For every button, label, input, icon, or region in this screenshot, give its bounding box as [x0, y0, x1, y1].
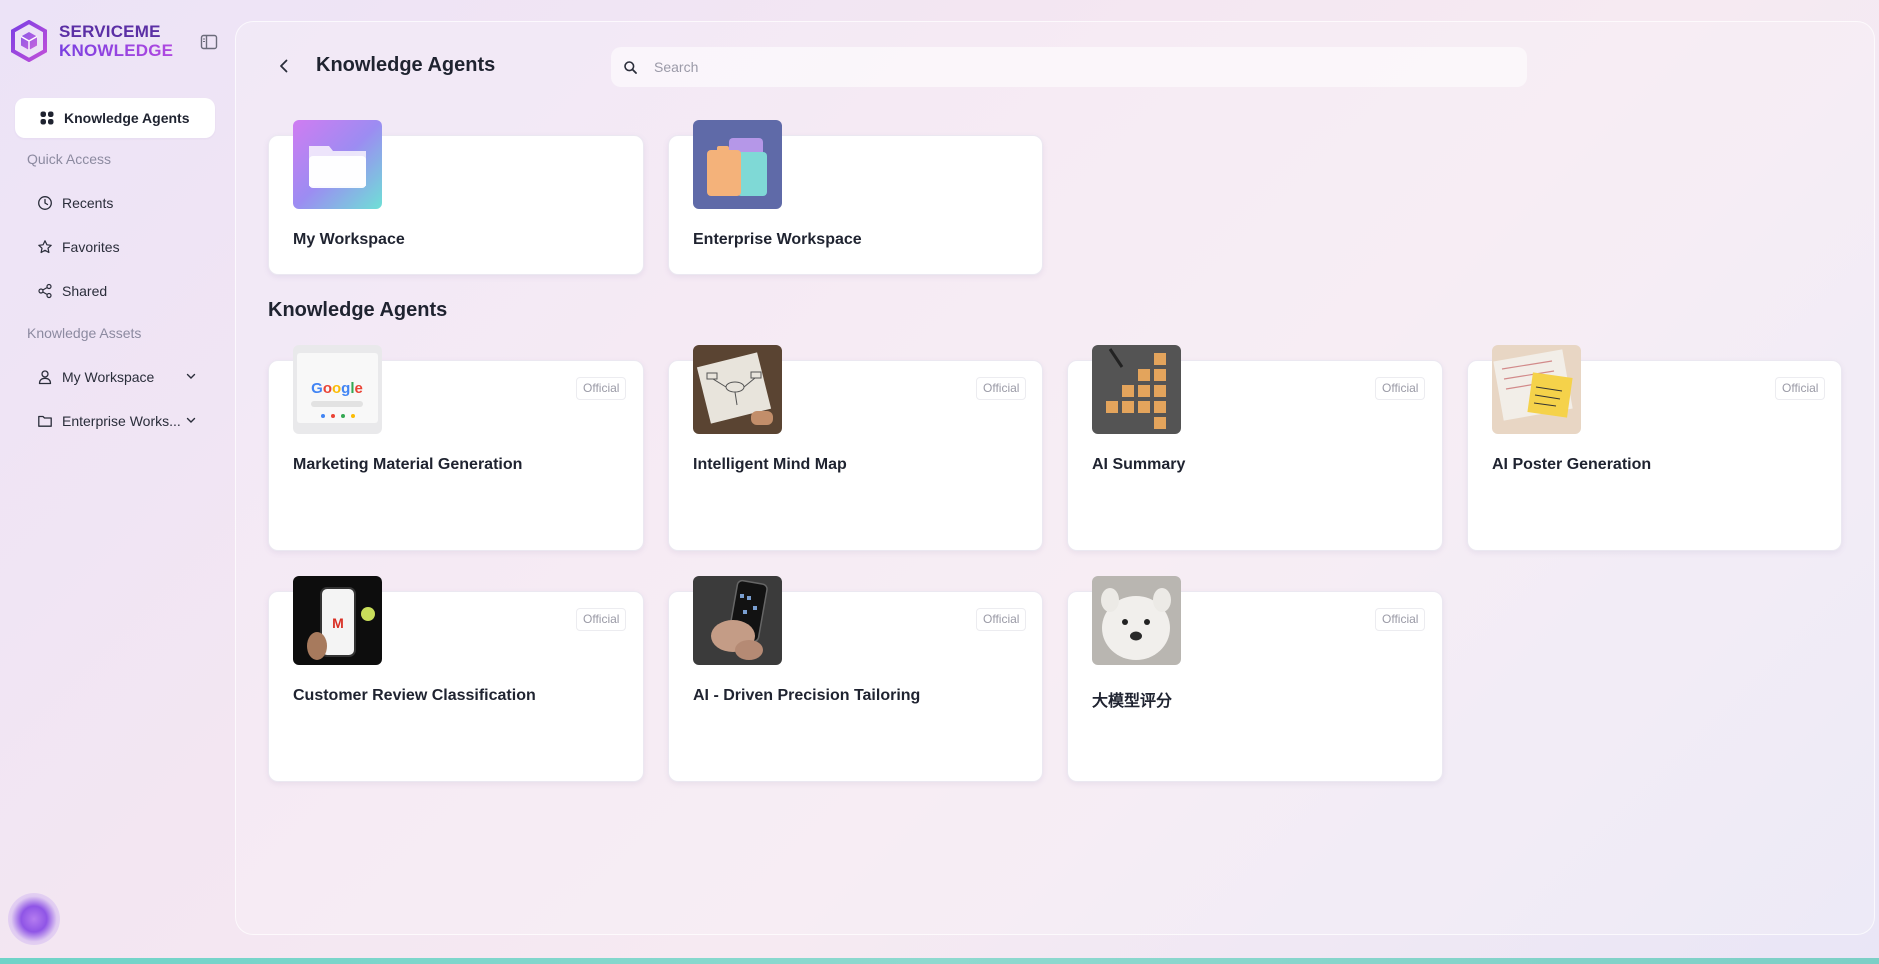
quick-access-title: Quick Access	[27, 151, 112, 167]
svg-text:Google: Google	[311, 380, 363, 397]
sidebar-item-label: My Workspace	[62, 369, 155, 385]
official-badge: Official	[576, 377, 627, 400]
clock-icon	[38, 196, 52, 210]
page-title: Knowledge Agents	[316, 54, 496, 76]
sidebar-item-recents[interactable]: Recents	[37, 192, 207, 214]
agent-thumbnail: Google	[293, 345, 382, 434]
agent-thumbnail	[1092, 576, 1181, 665]
official-badge: Official	[1375, 608, 1426, 631]
workspace-title: Enterprise Workspace	[693, 231, 862, 248]
agent-title: AI Poster Generation	[1492, 456, 1652, 473]
back-arrow-icon[interactable]	[275, 57, 293, 75]
sidebar-item-enterprise-workspace[interactable]: Enterprise Works...	[37, 410, 207, 432]
search-icon	[624, 60, 637, 74]
agent-thumbnail	[1092, 345, 1181, 434]
chevron-down-icon[interactable]	[185, 414, 197, 426]
sidebar-collapse-icon[interactable]	[200, 33, 218, 51]
sidebar: SERVICEME KNOWLEDGE Knowledge Agents Qui…	[0, 0, 234, 964]
sidebar-item-knowledge-agents[interactable]: Knowledge Agents	[15, 98, 215, 138]
knowledge-assets-title: Knowledge Assets	[27, 325, 142, 341]
assistant-orb-button[interactable]	[8, 893, 60, 945]
brand-name-line1: SERVICEME	[59, 22, 161, 41]
svg-text:M: M	[332, 615, 344, 631]
official-badge: Official	[1775, 377, 1826, 400]
agent-title: Customer Review Classification	[293, 687, 536, 704]
brand-logo-icon	[11, 20, 47, 62]
bottom-accent-bar	[0, 958, 1879, 964]
search-bar[interactable]	[611, 47, 1527, 87]
brand: SERVICEME KNOWLEDGE	[10, 20, 173, 62]
sidebar-item-favorites[interactable]: Favorites	[37, 236, 207, 258]
official-badge: Official	[576, 608, 627, 631]
sidebar-item-shared[interactable]: Shared	[37, 280, 207, 302]
my-workspace-folder-image	[293, 120, 382, 209]
agent-thumbnail: M	[293, 576, 382, 665]
sidebar-item-label: Shared	[62, 283, 108, 299]
official-badge: Official	[1375, 377, 1426, 400]
agent-thumbnail	[1492, 345, 1581, 434]
agent-title: 大模型评分	[1092, 693, 1173, 710]
workspace-title: My Workspace	[293, 231, 405, 248]
user-icon	[38, 370, 52, 385]
agent-title: AI - Driven Precision Tailoring	[693, 687, 921, 704]
search-input[interactable]	[654, 59, 1514, 75]
sidebar-item-label: Knowledge Agents	[64, 110, 190, 126]
sidebar-item-label: Favorites	[62, 239, 120, 255]
official-badge: Official	[976, 377, 1027, 400]
sidebar-item-label: Recents	[62, 195, 114, 211]
grid-icon	[40, 111, 54, 125]
brand-name-line2: KNOWLEDGE	[59, 41, 174, 60]
agents-section-heading: Knowledge Agents	[268, 299, 448, 321]
official-badge: Official	[976, 608, 1027, 631]
agent-title: AI Summary	[1092, 456, 1186, 473]
sidebar-item-my-workspace[interactable]: My Workspace	[37, 366, 207, 388]
agent-thumbnail	[693, 576, 782, 665]
app: SERVICEME KNOWLEDGE Knowledge Agents Qui…	[0, 0, 1879, 964]
agent-title: Marketing Material Generation	[293, 456, 523, 473]
share-icon	[38, 283, 52, 299]
sidebar-item-label: Enterprise Works...	[62, 413, 181, 429]
agent-thumbnail	[693, 345, 782, 434]
folder-icon	[38, 415, 52, 427]
enterprise-workspace-folder-image	[693, 120, 782, 209]
chevron-down-icon[interactable]	[185, 370, 197, 382]
agent-title: Intelligent Mind Map	[693, 456, 847, 473]
star-icon	[38, 240, 52, 254]
